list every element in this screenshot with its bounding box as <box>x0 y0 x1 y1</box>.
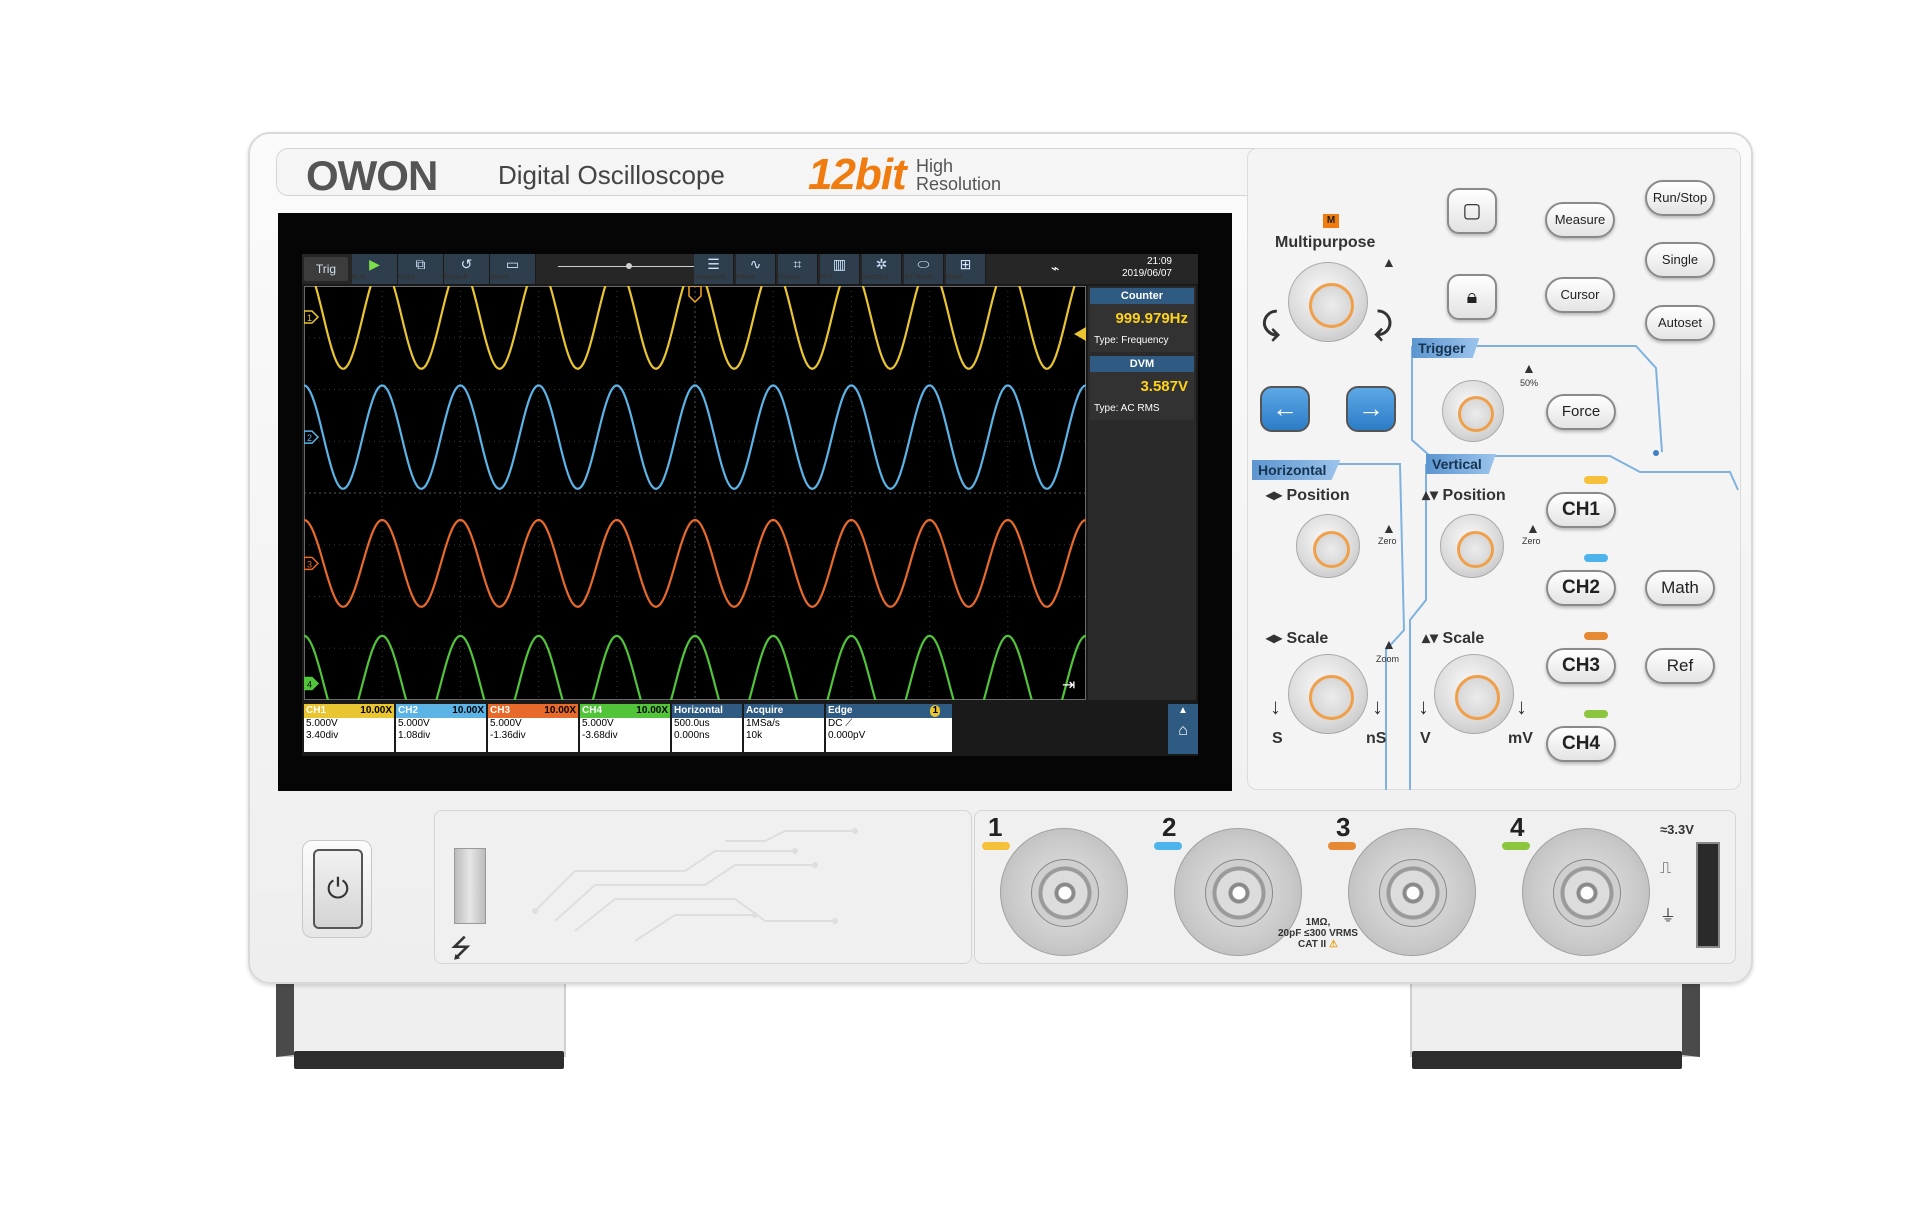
push-50-icon: ▲ <box>1522 360 1536 376</box>
power-housing: ⏻ <box>302 840 372 938</box>
stop-button[interactable]: ▢ <box>1447 188 1497 234</box>
bnc-input-4[interactable] <box>1522 828 1650 956</box>
input-4-label: 4 <box>1510 812 1525 842</box>
autoset-button[interactable]: Autoset <box>1645 305 1715 341</box>
multipurpose-label: Multipurpose <box>1275 234 1376 251</box>
nanoseconds-label: nS <box>1366 730 1387 747</box>
horizontal-scale-knob[interactable] <box>1288 654 1368 734</box>
calibration-voltage: ≈3.3V <box>1660 822 1694 837</box>
input-spec: 1MΩ, 20pF ≤300 VRMS CAT II ⚠ <box>1278 917 1358 950</box>
ch2-led <box>1584 554 1608 562</box>
horizontal-zero-label: Zero <box>1378 536 1397 546</box>
trigger-level-knob[interactable] <box>1442 380 1504 442</box>
force-button[interactable]: Force <box>1546 394 1616 430</box>
bnc-input-3[interactable] <box>1348 828 1476 956</box>
fifty-label: 50% <box>1520 378 1539 388</box>
push-zero-icon: ▲ <box>1382 520 1396 536</box>
math-button[interactable]: Math <box>1645 570 1715 606</box>
single-button[interactable]: Single <box>1645 242 1715 278</box>
input-4-led <box>1502 842 1530 850</box>
ground-icon: ⏚ <box>1660 908 1677 925</box>
ch4-button[interactable]: CH4 <box>1546 726 1616 762</box>
front-io-panel <box>434 810 972 964</box>
bnc-input-1[interactable] <box>1000 828 1128 956</box>
horizontal-scale-label: ◂▸ Scale <box>1266 630 1329 647</box>
left-arrow-button[interactable]: ← <box>1260 386 1310 432</box>
circuit-decoration <box>532 828 858 942</box>
rotate-left-icon: ⤹ <box>1262 308 1280 341</box>
ch1-button[interactable]: CH1 <box>1546 492 1616 528</box>
vertical-position-label: ▴▾ Position <box>1422 487 1506 504</box>
vertical-scale-knob[interactable] <box>1434 654 1514 734</box>
ch3-led <box>1584 632 1608 640</box>
vertical-position-knob[interactable] <box>1440 514 1504 578</box>
push-icon: ▲ <box>1382 254 1396 270</box>
multipurpose-badge: M <box>1323 214 1339 228</box>
ref-button[interactable]: Ref <box>1645 648 1715 684</box>
down-arrow-icon: ↓ <box>1418 694 1429 719</box>
horizontal-position-label: ◂▸ Position <box>1266 487 1350 504</box>
volts-label: V <box>1420 730 1431 747</box>
millivolts-label: mV <box>1508 730 1533 747</box>
right-arrow-button[interactable]: → <box>1346 386 1396 432</box>
cursor-button[interactable]: Cursor <box>1545 277 1615 313</box>
rotate-right-icon: ⤸ <box>1374 308 1392 341</box>
vertical-scale-label: ▴▾ Scale <box>1422 630 1485 647</box>
vertical-zero-label: Zero <box>1522 536 1541 546</box>
trigger-tag: Trigger <box>1412 338 1480 358</box>
horizontal-tag: Horizontal <box>1252 460 1341 480</box>
ch4-led <box>1584 710 1608 718</box>
input-3-label: 3 <box>1336 812 1351 842</box>
down-arrow-icon: ↓ <box>1270 694 1281 719</box>
lock-button[interactable]: 🔒︎ <box>1447 274 1497 320</box>
input-1-led <box>982 842 1010 850</box>
usb-port[interactable] <box>454 848 486 924</box>
multipurpose-knob[interactable] <box>1288 262 1368 342</box>
zoom-label: Zoom <box>1376 654 1400 664</box>
panel-guide-lines <box>1252 345 1739 790</box>
input-1-label: 1 <box>988 812 1003 842</box>
input-2-label: 2 <box>1162 812 1177 842</box>
usb-icon: ⭍ <box>450 933 472 963</box>
ch3-button[interactable]: CH3 <box>1546 648 1616 684</box>
vertical-tag: Vertical <box>1426 454 1496 474</box>
seconds-label: S <box>1272 730 1283 747</box>
down-arrow-icon: ↓ <box>1372 694 1383 719</box>
ch1-led <box>1584 476 1608 484</box>
run-stop-button[interactable]: Run/Stop <box>1645 180 1715 216</box>
horizontal-position-knob[interactable] <box>1296 514 1360 578</box>
square-wave-icon: ⎍ <box>1660 860 1672 877</box>
down-arrow-icon: ↓ <box>1516 694 1527 719</box>
push-zero-icon: ▲ <box>1526 520 1540 536</box>
input-3-led <box>1328 842 1356 850</box>
input-2-led <box>1154 842 1182 850</box>
power-button[interactable]: ⏻ <box>313 849 363 929</box>
measure-button[interactable]: Measure <box>1545 202 1615 238</box>
oscilloscope-product-image: OWON Digital Oscilloscope 12bit High Reso… <box>0 0 1919 1207</box>
probe-compensation-terminal[interactable] <box>1696 842 1720 948</box>
ch2-button[interactable]: CH2 <box>1546 570 1616 606</box>
push-zoom-icon: ▲ <box>1382 636 1396 652</box>
